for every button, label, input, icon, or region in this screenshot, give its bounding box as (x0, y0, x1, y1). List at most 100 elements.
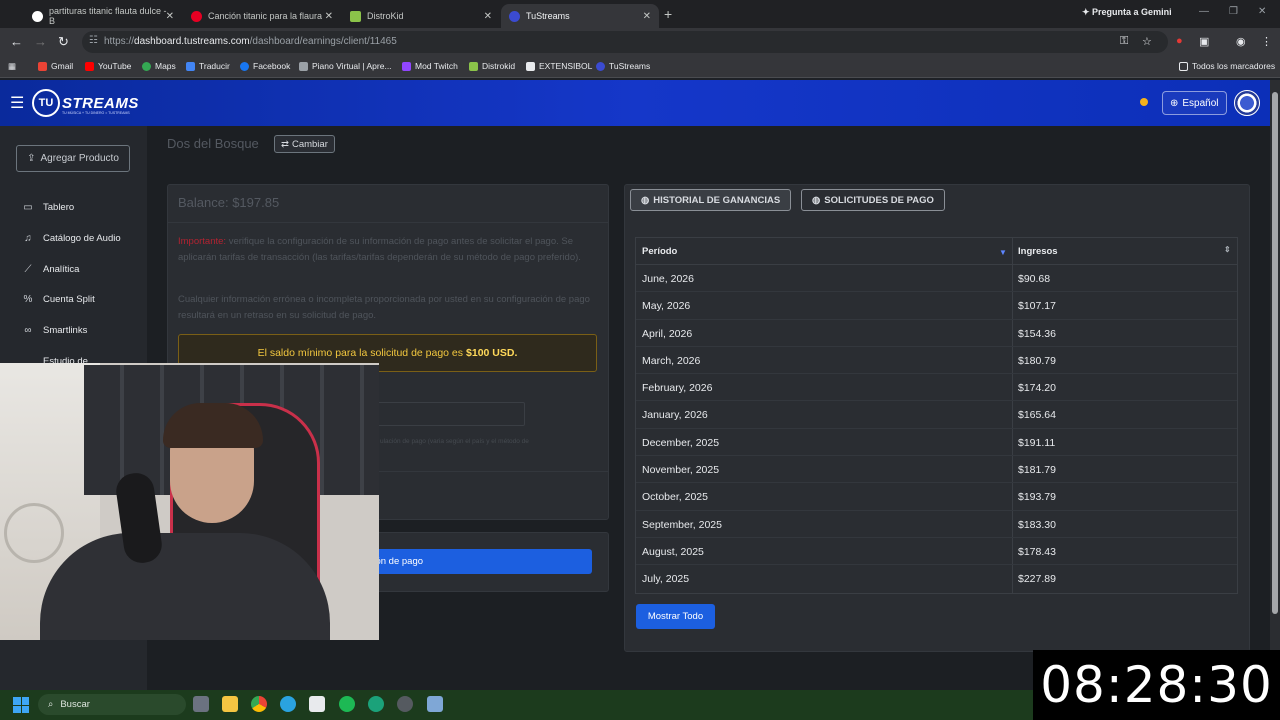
plus-icon[interactable]: + (664, 6, 672, 22)
sidebar-item-catalogo[interactable]: ♫ Catálogo de Audio (22, 233, 121, 244)
income-cell: $178.43 (1018, 545, 1056, 558)
period-cell: October, 2025 (642, 491, 708, 504)
table-row: February, 2026 $174.20 (636, 374, 1237, 402)
avatar[interactable] (1234, 90, 1260, 116)
maximize-icon[interactable]: ❐ (1229, 6, 1238, 17)
browser-tab[interactable]: partituras titanic flauta dulce - B ✕ (24, 4, 182, 28)
sidebar-item-label: Catálogo de Audio (43, 233, 121, 244)
spotify-icon[interactable] (339, 696, 355, 712)
chrome-icon[interactable] (251, 696, 267, 712)
table-row: October, 2025 $193.79 (636, 483, 1237, 511)
sidebar-item-label: Tablero (43, 202, 75, 213)
all-bookmarks[interactable]: Todos los marcadores (1179, 61, 1275, 71)
browser-tab-active[interactable]: TuStreams ✕ (501, 4, 659, 28)
close-icon[interactable]: ✕ (484, 11, 492, 22)
income-cell: $183.30 (1018, 518, 1056, 531)
forward-icon[interactable]: → (34, 34, 47, 49)
column-header-period[interactable]: Período (642, 246, 677, 257)
reload-icon[interactable]: ↻ (58, 34, 69, 50)
facebook-icon (240, 61, 249, 71)
browser-tab[interactable]: Canción titanic para la flaura ✕ (183, 4, 341, 28)
min-amount: $100 USD. (466, 347, 518, 359)
add-product-button[interactable]: ⇪ Agregar Producto (16, 145, 130, 172)
browser-tab-strip: partituras titanic flauta dulce - B ✕ Ca… (0, 0, 1280, 28)
site-info-icon[interactable]: ☷ (89, 35, 98, 46)
sidebar-item-tablero[interactable]: ▭ Tablero (22, 202, 74, 213)
bookmark-item[interactable]: Maps (142, 61, 176, 71)
profile-icon[interactable]: ◉ (1236, 35, 1246, 48)
address-bar[interactable]: ☷ https://dashboard.tustreams.com/dashbo… (82, 31, 1168, 53)
sidebar-item-analitica[interactable]: ⟋ Analítica (22, 264, 80, 275)
menu-dots-icon[interactable]: ⋮ (1261, 35, 1272, 48)
bookmark-item[interactable]: EXTENSIBOL (526, 61, 592, 71)
payment-input[interactable] (364, 402, 525, 426)
chart-line-icon: ⟋ (24, 264, 32, 275)
telegram-icon[interactable] (280, 696, 296, 712)
sort-desc-icon[interactable]: ▼ (999, 248, 1007, 257)
divider (168, 222, 608, 223)
bookmark-item[interactable]: TuStreams (596, 61, 650, 71)
income-cell: $193.79 (1018, 491, 1056, 504)
table-row: March, 2026 $180.79 (636, 347, 1237, 375)
income-cell: $191.11 (1018, 436, 1056, 449)
coins-icon: ◍ (641, 194, 650, 206)
minimize-icon[interactable]: — (1199, 6, 1209, 17)
close-icon[interactable]: ✕ (325, 11, 333, 22)
bookmark-item[interactable]: YouTube (85, 61, 131, 71)
key-icon[interactable]: ⚿ (1120, 35, 1128, 48)
bookmark-item[interactable]: Facebook (240, 61, 290, 71)
extensions-puzzle-icon[interactable]: ▣ (1199, 35, 1209, 48)
obs-icon[interactable] (397, 696, 413, 712)
scrollbar-thumb[interactable] (1272, 92, 1278, 614)
income-cell: $165.64 (1018, 409, 1056, 422)
table-header: Período ▼ Ingresos ⇕ (636, 238, 1237, 265)
close-window-icon[interactable]: ✕ (1258, 6, 1266, 17)
close-icon[interactable]: ✕ (643, 11, 651, 22)
period-cell: December, 2025 (642, 436, 720, 449)
sidebar-item-smartlinks[interactable]: ∞ Smartlinks (22, 325, 87, 336)
windows-start-icon[interactable] (13, 697, 29, 713)
bookmark-item[interactable]: Gmail (38, 61, 73, 71)
sidebar-item-cuenta-split[interactable]: % Cuenta Split (22, 294, 95, 305)
period-cell: September, 2025 (642, 518, 722, 531)
bookmark-item[interactable]: Distrokid (469, 61, 515, 71)
tab-earnings-history[interactable]: ◍ HISTORIAL DE GANANCIAS (630, 189, 792, 211)
change-label: Cambiar (291, 138, 328, 150)
taskbar-search[interactable]: ⌕ Buscar (38, 694, 186, 715)
close-icon[interactable]: ✕ (166, 11, 174, 22)
calculator-icon[interactable] (427, 696, 443, 712)
bookmark-star-icon[interactable]: ☆ (1142, 35, 1152, 48)
notification-dot[interactable] (1140, 98, 1148, 106)
task-view-icon[interactable] (193, 696, 209, 712)
payment-info: Cualquier información errónea o incomple… (178, 294, 590, 321)
sort-icon[interactable]: ⇕ (1224, 245, 1231, 254)
table-row: August, 2025 $178.43 (636, 538, 1237, 566)
bookmark-item[interactable]: Traducir (186, 61, 230, 71)
tab-payment-requests[interactable]: ◍ SOLICITUDES DE PAGO (801, 189, 945, 211)
folder-icon (1179, 61, 1188, 71)
edge-icon[interactable] (368, 696, 384, 712)
column-header-income[interactable]: Ingresos (1018, 246, 1058, 257)
bookmark-item[interactable]: Piano Virtual | Apre... (299, 61, 392, 71)
laptop-icon: ▭ (23, 202, 33, 213)
capcut-icon[interactable] (309, 696, 325, 712)
change-client-button[interactable]: ⇄ Cambiar (274, 135, 335, 153)
back-icon[interactable]: ← (10, 34, 23, 49)
income-cell: $181.79 (1018, 464, 1056, 477)
show-all-button[interactable]: Mostrar Todo (636, 604, 715, 629)
browser-tab[interactable]: DistroKid ✕ (342, 4, 500, 28)
language-button[interactable]: ⊕ Español (1162, 91, 1227, 115)
browser-tab-title: partituras titanic flauta dulce - B (49, 6, 167, 26)
apps-icon[interactable]: ▦ (8, 61, 16, 72)
gemini-button[interactable]: ✦ Pregunta a Gemini (1082, 7, 1172, 18)
sidebar-item-label: Analítica (43, 264, 80, 275)
percent-icon: % (23, 294, 33, 305)
hamburger-menu-icon[interactable]: ☰ (10, 93, 24, 113)
youtube-icon (85, 61, 94, 71)
bookmark-item[interactable]: Mod Twitch (402, 61, 458, 71)
extension-icon[interactable]: ● (1176, 35, 1183, 47)
file-explorer-icon[interactable] (222, 696, 238, 712)
swap-icon: ⇄ (281, 138, 289, 150)
person-hair (163, 403, 263, 448)
sidebar-item-label: Smartlinks (43, 325, 88, 336)
